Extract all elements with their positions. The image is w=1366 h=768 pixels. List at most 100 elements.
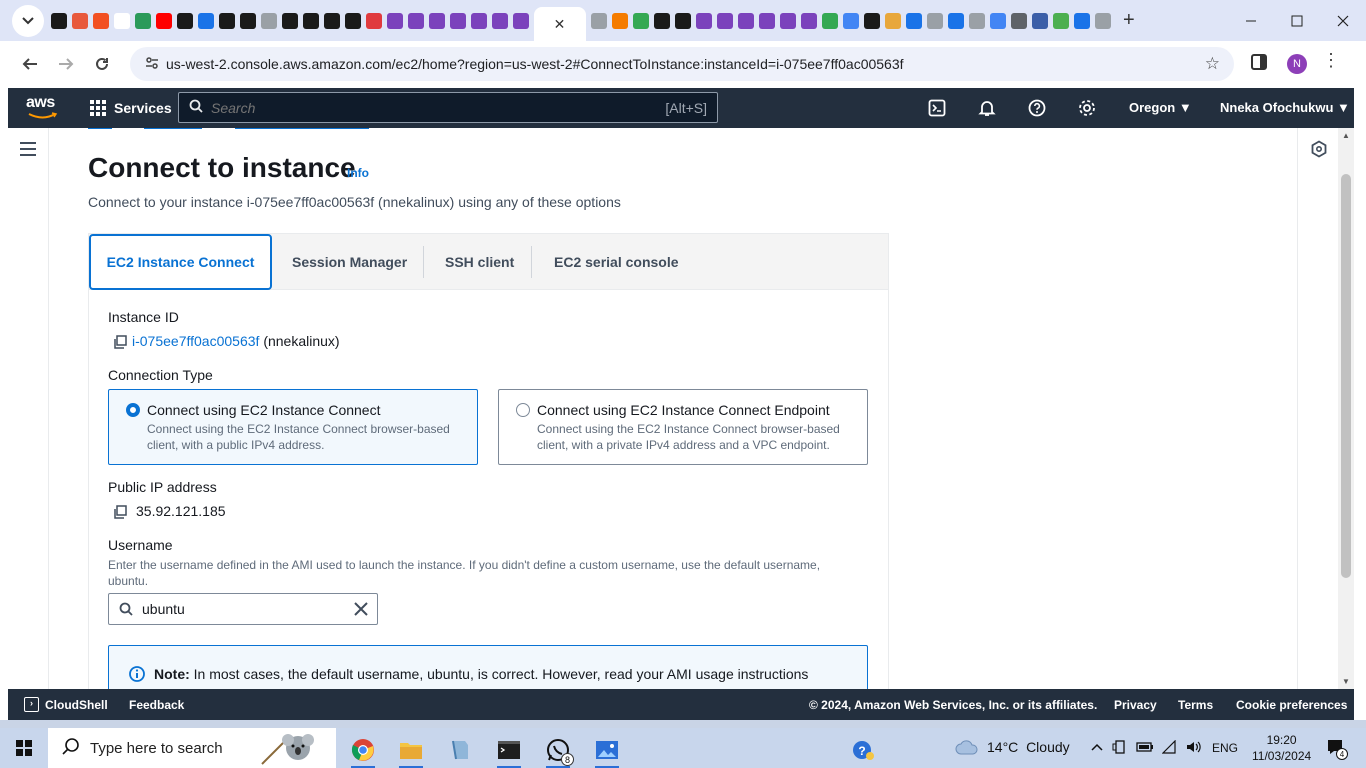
taskbar-photos[interactable] [587,732,627,768]
battery-icon[interactable] [1136,741,1154,753]
help-panel-icon[interactable] [1310,140,1328,158]
tab-favicon[interactable] [407,12,424,29]
username-value[interactable]: ubuntu [142,601,185,617]
tab-favicon[interactable] [302,12,319,29]
wifi-icon[interactable] [1162,740,1178,754]
speaker-icon[interactable] [1186,740,1202,754]
tab-favicon[interactable] [323,12,340,29]
tab-favicon[interactable] [800,12,817,29]
tab-session-manager[interactable]: Session Manager [292,234,407,290]
tab-ssh-client[interactable]: SSH client [445,234,514,290]
tab-favicon[interactable] [386,12,403,29]
scroll-up-arrow-icon[interactable]: ▲ [1342,131,1350,140]
aws-logo[interactable]: aws [26,94,60,122]
tab-favicon[interactable] [926,12,943,29]
active-tab[interactable]: ✕ [533,7,586,41]
breadcrumb-link[interactable] [235,128,369,129]
url-text[interactable]: us-west-2.console.aws.amazon.com/ec2/hom… [166,56,904,72]
tab-favicon[interactable] [947,12,964,29]
weather-widget[interactable]: 14°C Cloudy [955,739,1070,755]
taskbar-file-explorer[interactable] [391,732,431,768]
tab-favicon[interactable] [470,12,487,29]
tab-favicon[interactable] [449,12,466,29]
forward-button[interactable] [48,46,84,82]
tab-favicon[interactable] [737,12,754,29]
page-scrollbar[interactable]: ▲ ▼ [1338,128,1354,689]
feedback-link[interactable]: Feedback [129,698,184,712]
tab-favicon[interactable] [590,12,607,29]
reload-button[interactable] [84,46,120,82]
services-menu-button[interactable]: Services [90,100,172,116]
privacy-link[interactable]: Privacy [1114,698,1157,712]
gear-icon[interactable] [1075,96,1099,120]
tab-favicon[interactable] [821,12,838,29]
bell-icon[interactable] [975,96,999,120]
tab-favicon[interactable] [905,12,922,29]
tab-favicon[interactable] [239,12,256,29]
option-ec2-instance-connect-endpoint[interactable]: Connect using EC2 Instance Connect Endpo… [498,389,868,465]
help-icon[interactable] [1025,96,1049,120]
tab-favicon[interactable] [632,12,649,29]
chrome-menu-icon[interactable]: ⋮ [1322,50,1340,71]
tab-favicon[interactable] [428,12,445,29]
tab-favicon[interactable] [1052,12,1069,29]
tab-favicon[interactable] [113,12,130,29]
aws-search-input[interactable] [211,99,611,116]
tab-favicon[interactable] [344,12,361,29]
tab-favicon[interactable] [695,12,712,29]
instance-id-link[interactable]: i-075ee7ff0ac00563f [132,333,259,349]
taskbar-terminal[interactable] [489,732,529,768]
language-indicator[interactable]: ENG [1212,741,1238,755]
cloudshell-button[interactable]: › CloudShell [24,697,108,712]
tab-favicon[interactable] [653,12,670,29]
back-button[interactable] [12,46,48,82]
profile-avatar[interactable]: N [1287,54,1307,74]
tab-favicon[interactable] [611,12,628,29]
tab-favicon[interactable] [716,12,733,29]
chevron-up-icon[interactable] [1090,740,1104,754]
username-input[interactable]: ubuntu [108,593,378,625]
cloudshell-nav-icon[interactable] [925,96,949,120]
tab-favicon[interactable] [155,12,172,29]
tab-favicon[interactable] [884,12,901,29]
site-info-icon[interactable] [138,56,166,73]
scroll-thumb[interactable] [1341,174,1351,578]
tab-favicon[interactable] [260,12,277,29]
cookie-preferences-link[interactable]: Cookie preferences [1236,698,1347,712]
hamburger-menu-icon[interactable] [20,142,36,156]
minimize-button[interactable] [1228,0,1274,41]
system-clock[interactable]: 19:20 11/03/2024 [1252,732,1311,764]
tab-favicon[interactable] [863,12,880,29]
taskbar-notepad-app[interactable] [440,732,480,768]
start-button[interactable] [0,728,48,768]
omnibox[interactable]: us-west-2.console.aws.amazon.com/ec2/hom… [130,47,1234,81]
taskbar-chrome[interactable] [343,732,383,768]
close-tab-icon[interactable]: ✕ [554,16,566,33]
maximize-button[interactable] [1274,0,1320,41]
tab-search-button[interactable] [12,4,44,37]
taskbar-help-app[interactable]: ? [843,732,883,768]
tab-favicon[interactable] [1073,12,1090,29]
new-tab-button[interactable]: + [1123,9,1135,32]
option-ec2-instance-connect[interactable]: Connect using EC2 Instance Connect Conne… [108,389,478,465]
tab-favicon[interactable] [758,12,775,29]
clear-icon[interactable] [353,601,369,617]
tab-favicon[interactable] [989,12,1006,29]
side-panel-icon[interactable] [1250,53,1272,75]
tab-favicon[interactable] [218,12,235,29]
tab-favicon[interactable] [134,12,151,29]
scroll-down-arrow-icon[interactable]: ▼ [1342,677,1350,686]
tab-ec2-instance-connect[interactable]: EC2 Instance Connect [89,234,272,290]
close-window-button[interactable] [1320,0,1366,41]
aws-search-box[interactable]: [Alt+S] [178,92,718,123]
account-menu[interactable]: Nneka Ofochukwu ▼ [1220,100,1350,115]
tab-favicon[interactable] [968,12,985,29]
tab-favicon[interactable] [491,12,508,29]
copy-icon[interactable] [113,335,127,349]
tab-favicon[interactable] [674,12,691,29]
terms-link[interactable]: Terms [1178,698,1213,712]
radio-button-checked[interactable] [126,403,140,417]
breadcrumb-link[interactable] [144,128,202,129]
tab-favicon[interactable] [281,12,298,29]
tab-ec2-serial-console[interactable]: EC2 serial console [554,234,679,290]
